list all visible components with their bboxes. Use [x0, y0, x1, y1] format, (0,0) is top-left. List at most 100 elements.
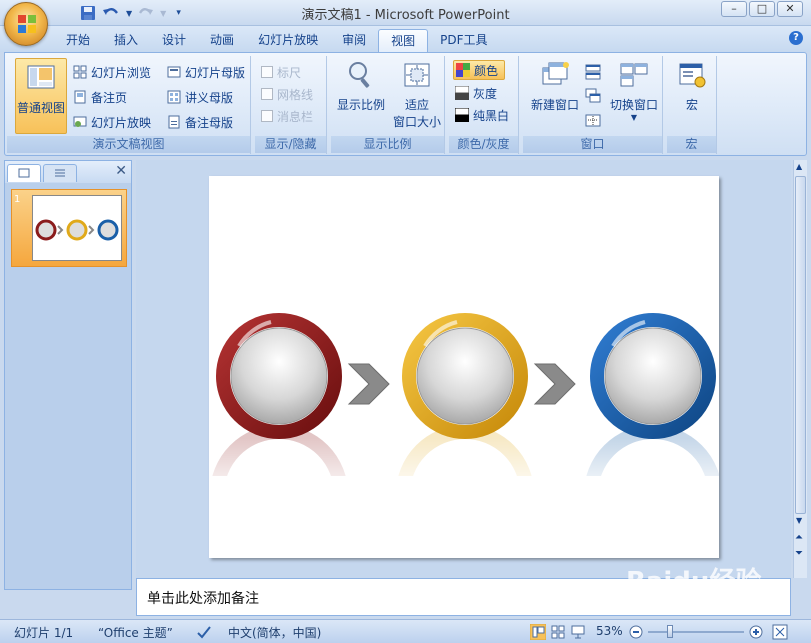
ruler-check-box[interactable]	[261, 66, 273, 78]
svg-text:jingyan.baidu.com: jingyan.baidu.com	[651, 599, 772, 614]
baidu-watermark-logo: Baidu经验 jingyan.baidu.com	[626, 566, 772, 614]
minimize-button[interactable]: –	[721, 1, 747, 17]
notes-placeholder[interactable]: 单击此处添加备注	[147, 588, 259, 608]
arrange-all-icon[interactable]	[585, 64, 601, 80]
tab-animations[interactable]: 动画	[198, 29, 246, 52]
notes-master-icon	[168, 115, 180, 129]
notes-page-icon	[74, 90, 86, 104]
chevron-arrow-1	[347, 363, 390, 405]
tab-view[interactable]: 视图	[378, 29, 429, 52]
move-split-icon[interactable]	[585, 112, 601, 128]
help-icon[interactable]: ?	[789, 31, 803, 45]
cascade-icon[interactable]	[585, 88, 601, 104]
slide-sorter-label: 幻灯片浏览	[91, 65, 152, 80]
slide-sorter-button[interactable]: 幻灯片浏览	[73, 62, 151, 82]
gridlines-check-box[interactable]	[261, 88, 273, 100]
grayscale-button[interactable]: 灰度	[455, 83, 497, 103]
color-button[interactable]: 颜色	[453, 60, 505, 80]
new-window-button[interactable]: 新建窗口	[527, 60, 583, 113]
zoom-level[interactable]: 53%	[596, 624, 623, 638]
restore-button[interactable]: □	[749, 1, 775, 17]
window-title: 演示文稿1 - Microsoft PowerPoint	[301, 8, 510, 23]
slide-master-icon	[167, 66, 181, 78]
tab-slides[interactable]	[7, 164, 41, 182]
switch-windows-dropdown-icon: ▼	[630, 113, 638, 122]
ribbon-tabs: 开始 插入 设计 动画 幻灯片放映 审阅 视图 PDF工具	[54, 29, 500, 52]
tab-design[interactable]: 设计	[150, 29, 198, 52]
fit-to-window-label-2: 窗口大小	[392, 115, 441, 129]
message-bar-check-box[interactable]	[261, 110, 273, 122]
fit-to-window-button[interactable]: 适应 窗口大小	[391, 60, 443, 130]
notes-page-button[interactable]: 备注页	[73, 87, 127, 107]
zoom-slider-track[interactable]	[648, 631, 744, 633]
message-bar-checkbox[interactable]: 消息栏	[261, 106, 313, 126]
vertical-scrollbar[interactable]: ▲ ▼ ⏶ ⏷	[793, 160, 807, 578]
red-circle	[216, 313, 342, 439]
slide-thumbnail-selected[interactable]: 1	[11, 189, 127, 267]
grayscale-label: 灰度	[473, 86, 498, 101]
gridlines-checkbox[interactable]: 网格线	[261, 84, 313, 104]
slides-pane-tabs: ✕	[5, 161, 131, 183]
gridlines-label: 网格线	[277, 87, 314, 102]
slide-show-label: 幻灯片放映	[91, 115, 152, 130]
fit-slide-icon[interactable]	[772, 624, 788, 640]
zoom-out-icon[interactable]	[628, 624, 644, 640]
macros-icon	[679, 63, 706, 88]
ribbon-tabs-bar: 开始 插入 设计 动画 幻灯片放映 审阅 视图 PDF工具 ?	[0, 26, 811, 52]
slide-sorter-status-icon[interactable]	[550, 624, 566, 640]
slide-canvas[interactable]	[209, 176, 722, 563]
tab-pdf-tools[interactable]: PDF工具	[428, 29, 499, 52]
group-label-macros: 宏	[667, 136, 716, 153]
spell-check-icon[interactable]	[196, 624, 212, 640]
language-indicator[interactable]: 中文(简体，中国)	[228, 624, 321, 641]
zoom-slider-knob[interactable]	[667, 625, 673, 638]
switch-windows-label: 切换窗口	[609, 98, 658, 112]
normal-view-status-icon[interactable]	[530, 624, 546, 640]
black-white-icon	[455, 108, 469, 122]
tab-insert[interactable]: 插入	[102, 29, 150, 52]
slides-tab-icon	[18, 168, 30, 178]
tab-slide-show[interactable]: 幻灯片放映	[246, 29, 330, 52]
zoom-button[interactable]: 显示比例	[335, 60, 387, 113]
close-button[interactable]: ✕	[777, 1, 803, 17]
macros-button[interactable]: 宏	[671, 60, 713, 113]
office-button[interactable]	[4, 2, 48, 46]
pure-black-white-button[interactable]: 纯黑白	[455, 105, 509, 125]
color-swatch-icon	[456, 63, 470, 77]
slide-thumbnail[interactable]	[32, 195, 122, 261]
group-label-show-hide: 显示/隐藏	[255, 136, 326, 153]
group-color-grayscale: 颜色 灰度 纯黑白 颜色/灰度	[449, 56, 519, 154]
group-label-presentation-views: 演示文稿视图	[7, 136, 250, 153]
slide-show-icon	[73, 116, 87, 127]
slide-number: 1	[14, 194, 21, 205]
blue-circle	[590, 313, 716, 439]
tab-outline[interactable]	[43, 164, 77, 182]
ruler-label: 标尺	[277, 65, 302, 80]
macros-label: 宏	[685, 98, 698, 112]
switch-windows-button[interactable]: 切换窗口 ▼	[607, 60, 661, 122]
normal-view-button[interactable]: 普通视图	[15, 58, 67, 134]
ribbon: 普通视图 幻灯片浏览 备注页 幻灯片放映 幻灯片母版 讲义母版 备注母版 演示文…	[4, 52, 807, 156]
zoom-in-icon[interactable]	[748, 624, 764, 640]
previous-slide-icon[interactable]: ⏶	[795, 532, 803, 543]
switch-windows-icon	[620, 63, 648, 87]
handout-master-button[interactable]: 讲义母版	[167, 87, 233, 107]
grayscale-icon	[455, 86, 469, 100]
slide-master-button[interactable]: 幻灯片母版	[167, 62, 245, 82]
scroll-up-icon[interactable]: ▲	[796, 162, 802, 171]
slide-show-status-icon[interactable]	[570, 624, 586, 640]
scroll-thumb[interactable]	[795, 176, 806, 514]
scroll-down-icon[interactable]: ▼	[796, 516, 802, 525]
svg-text:Baidu经验: Baidu经验	[626, 566, 761, 597]
tab-home[interactable]: 开始	[54, 29, 102, 52]
outline-tab-icon	[55, 169, 65, 177]
group-presentation-views: 普通视图 幻灯片浏览 备注页 幻灯片放映 幻灯片母版 讲义母版 备注母版 演示文…	[7, 56, 251, 154]
close-pane-icon[interactable]: ✕	[115, 163, 127, 179]
notes-master-button[interactable]: 备注母版	[167, 112, 233, 132]
ruler-checkbox[interactable]: 标尺	[261, 62, 301, 82]
slide-show-button[interactable]: 幻灯片放映	[73, 112, 151, 132]
circles-diagram[interactable]	[209, 176, 722, 563]
new-window-label: 新建窗口	[530, 98, 579, 112]
zoom-label: 显示比例	[336, 98, 385, 112]
tab-review[interactable]: 审阅	[330, 29, 378, 52]
